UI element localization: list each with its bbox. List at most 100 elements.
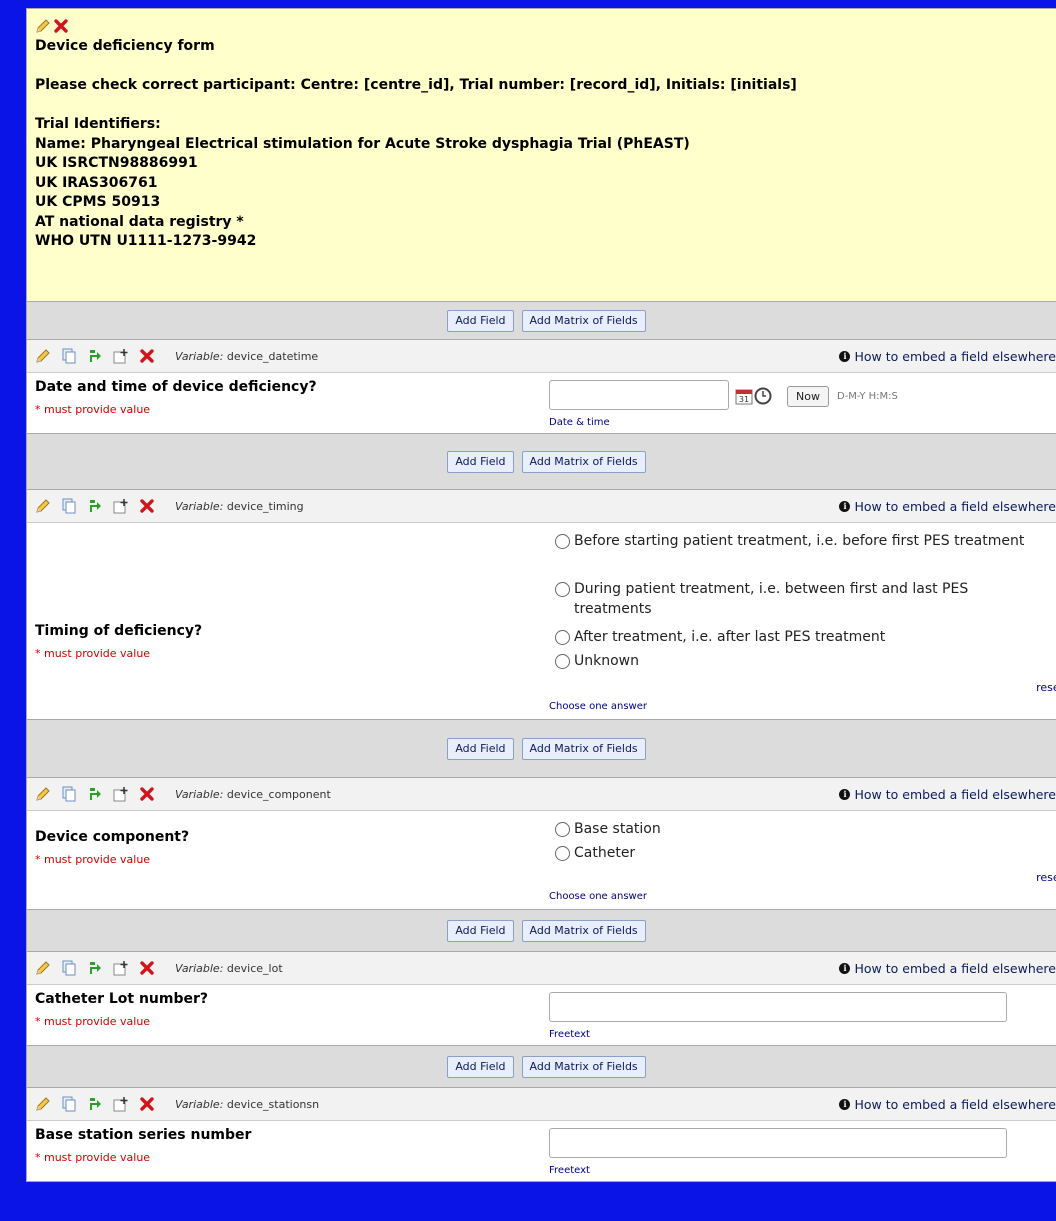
radio-option[interactable]: Base station <box>555 819 1044 839</box>
variable-label: Variable: device_datetime <box>175 349 319 363</box>
add-matrix-button[interactable]: Add Matrix of Fields <box>521 737 646 760</box>
info-icon: i <box>839 962 851 974</box>
copy-icon[interactable] <box>61 348 77 364</box>
clock-icon[interactable] <box>754 387 772 405</box>
embed-link[interactable]: i How to embed a field elsewhere <box>839 787 1056 802</box>
add-field-bar: Add Field Add Matrix of Fields <box>26 910 1056 951</box>
add-field-button[interactable]: Add Field <box>447 450 514 473</box>
branching-logic-icon[interactable] <box>87 1096 103 1112</box>
edit-pencil-icon[interactable] <box>35 498 51 514</box>
branching-logic-icon[interactable] <box>87 960 103 976</box>
question-label: Base station series number <box>35 1127 252 1143</box>
variable-label: Variable: device_component <box>175 787 331 801</box>
radio-button[interactable] <box>555 630 570 645</box>
embed-link[interactable]: i How to embed a field elsewhere <box>839 349 1056 364</box>
required-note: * must provide value <box>35 1151 151 1164</box>
edit-pencil-icon[interactable] <box>35 348 51 364</box>
variable-label: Variable: device_timing <box>175 499 304 513</box>
field-toolbar: Variable: device_stationsn i How to embed… <box>27 1088 1056 1121</box>
branching-logic-icon[interactable] <box>87 348 103 364</box>
edit-pencil-icon[interactable] <box>35 786 51 802</box>
add-matrix-button[interactable]: Add Matrix of Fields <box>521 450 646 473</box>
radio-option[interactable]: Catheter <box>555 843 1044 863</box>
radio-button[interactable] <box>555 534 570 549</box>
edit-pencil-icon[interactable] <box>35 960 51 976</box>
identifiers-label: Trial Identifiers: <box>35 116 161 132</box>
branching-logic-icon[interactable] <box>87 498 103 514</box>
delete-icon[interactable] <box>53 18 69 34</box>
radio-button[interactable] <box>555 846 570 861</box>
embed-link[interactable]: i How to embed a field elsewhere <box>839 1097 1056 1112</box>
add-matrix-button[interactable]: Add Matrix of Fields <box>521 919 646 942</box>
delete-icon[interactable] <box>139 498 155 514</box>
radio-button[interactable] <box>555 654 570 669</box>
datetime-input[interactable] <box>549 380 729 410</box>
field-type-note: Choose one answer <box>549 701 648 712</box>
required-note: * must provide value <box>35 853 151 866</box>
radio-option[interactable]: Unknown <box>555 651 1044 671</box>
add-field-button[interactable]: Add Field <box>447 919 514 942</box>
svg-text:31: 31 <box>739 395 749 404</box>
trial-name: Name: Pharyngeal Electrical stimulation … <box>35 135 690 152</box>
edit-pencil-icon[interactable] <box>35 18 51 34</box>
field-type-note: Freetext <box>549 1029 590 1040</box>
move-icon[interactable] <box>113 348 129 364</box>
add-matrix-button[interactable]: Add Matrix of Fields <box>521 1055 646 1078</box>
question-label: Device component? <box>35 829 190 845</box>
required-note: * must provide value <box>35 647 151 660</box>
add-field-button[interactable]: Add Field <box>447 737 514 760</box>
field-type-note: Date & time <box>549 417 610 428</box>
info-icon: i <box>839 1098 851 1110</box>
field-toolbar: Variable: device_lot i How to embed a fie… <box>27 952 1056 985</box>
embed-link[interactable]: i How to embed a field elsewhere <box>839 961 1056 976</box>
field-device-timing: Variable: device_timing i How to embed a … <box>26 489 1056 720</box>
edit-pencil-icon[interactable] <box>35 1096 51 1112</box>
field-device-stationsn: Variable: device_stationsn i How to embed… <box>26 1087 1056 1182</box>
radio-option[interactable]: Before starting patient treatment, i.e. … <box>555 531 1044 551</box>
move-icon[interactable] <box>113 1096 129 1112</box>
question-label: Catheter Lot number? <box>35 991 209 1007</box>
field-type-note: Freetext <box>549 1165 590 1176</box>
delete-icon[interactable] <box>139 348 155 364</box>
question-label: Date and time of device deficiency? <box>35 379 317 395</box>
add-matrix-button[interactable]: Add Matrix of Fields <box>521 309 646 332</box>
reset-link[interactable]: reset <box>1036 871 1056 884</box>
field-device-datetime: Variable: device_datetime i How to embed … <box>26 339 1056 434</box>
now-button[interactable]: Now <box>787 386 829 407</box>
trial-at-registry: AT national data registry * <box>35 213 244 230</box>
copy-icon[interactable] <box>61 1096 77 1112</box>
datetime-format: D-M-Y H:M:S <box>837 391 898 402</box>
field-device-component: Variable: device_component i How to embed… <box>26 777 1056 910</box>
radio-option[interactable]: During patient treatment, i.e. between f… <box>555 579 1044 619</box>
lot-number-input[interactable] <box>549 992 1007 1022</box>
delete-icon[interactable] <box>139 960 155 976</box>
move-icon[interactable] <box>113 786 129 802</box>
reset-link[interactable]: reset <box>1036 681 1056 694</box>
calendar-icon[interactable]: 31 <box>735 387 753 405</box>
delete-icon[interactable] <box>139 786 155 802</box>
trial-iras: UK IRAS306761 <box>35 174 158 191</box>
branching-logic-icon[interactable] <box>87 786 103 802</box>
info-icon: i <box>839 350 851 362</box>
delete-icon[interactable] <box>139 1096 155 1112</box>
copy-icon[interactable] <box>61 786 77 802</box>
copy-icon[interactable] <box>61 960 77 976</box>
radio-option[interactable]: After treatment, i.e. after last PES tre… <box>555 627 1044 647</box>
copy-icon[interactable] <box>61 498 77 514</box>
move-icon[interactable] <box>113 960 129 976</box>
trial-who-utn: WHO UTN U1111-1273-9942 <box>35 233 257 249</box>
variable-label: Variable: device_stationsn <box>175 1097 320 1111</box>
add-field-button[interactable]: Add Field <box>447 309 514 332</box>
embed-link[interactable]: i How to embed a field elsewhere <box>839 499 1056 514</box>
add-field-bar: Add Field Add Matrix of Fields <box>26 720 1056 777</box>
add-field-button[interactable]: Add Field <box>447 1055 514 1078</box>
info-icon: i <box>839 788 851 800</box>
station-serial-input[interactable] <box>549 1128 1007 1158</box>
form-title: Device deficiency form <box>35 38 215 54</box>
radio-button[interactable] <box>555 822 570 837</box>
question-label: Timing of deficiency? <box>35 623 203 639</box>
variable-label: Variable: device_lot <box>175 961 283 975</box>
radio-button[interactable] <box>555 582 570 597</box>
participant-check: Please check correct participant: Centre… <box>35 77 797 93</box>
move-icon[interactable] <box>113 498 129 514</box>
